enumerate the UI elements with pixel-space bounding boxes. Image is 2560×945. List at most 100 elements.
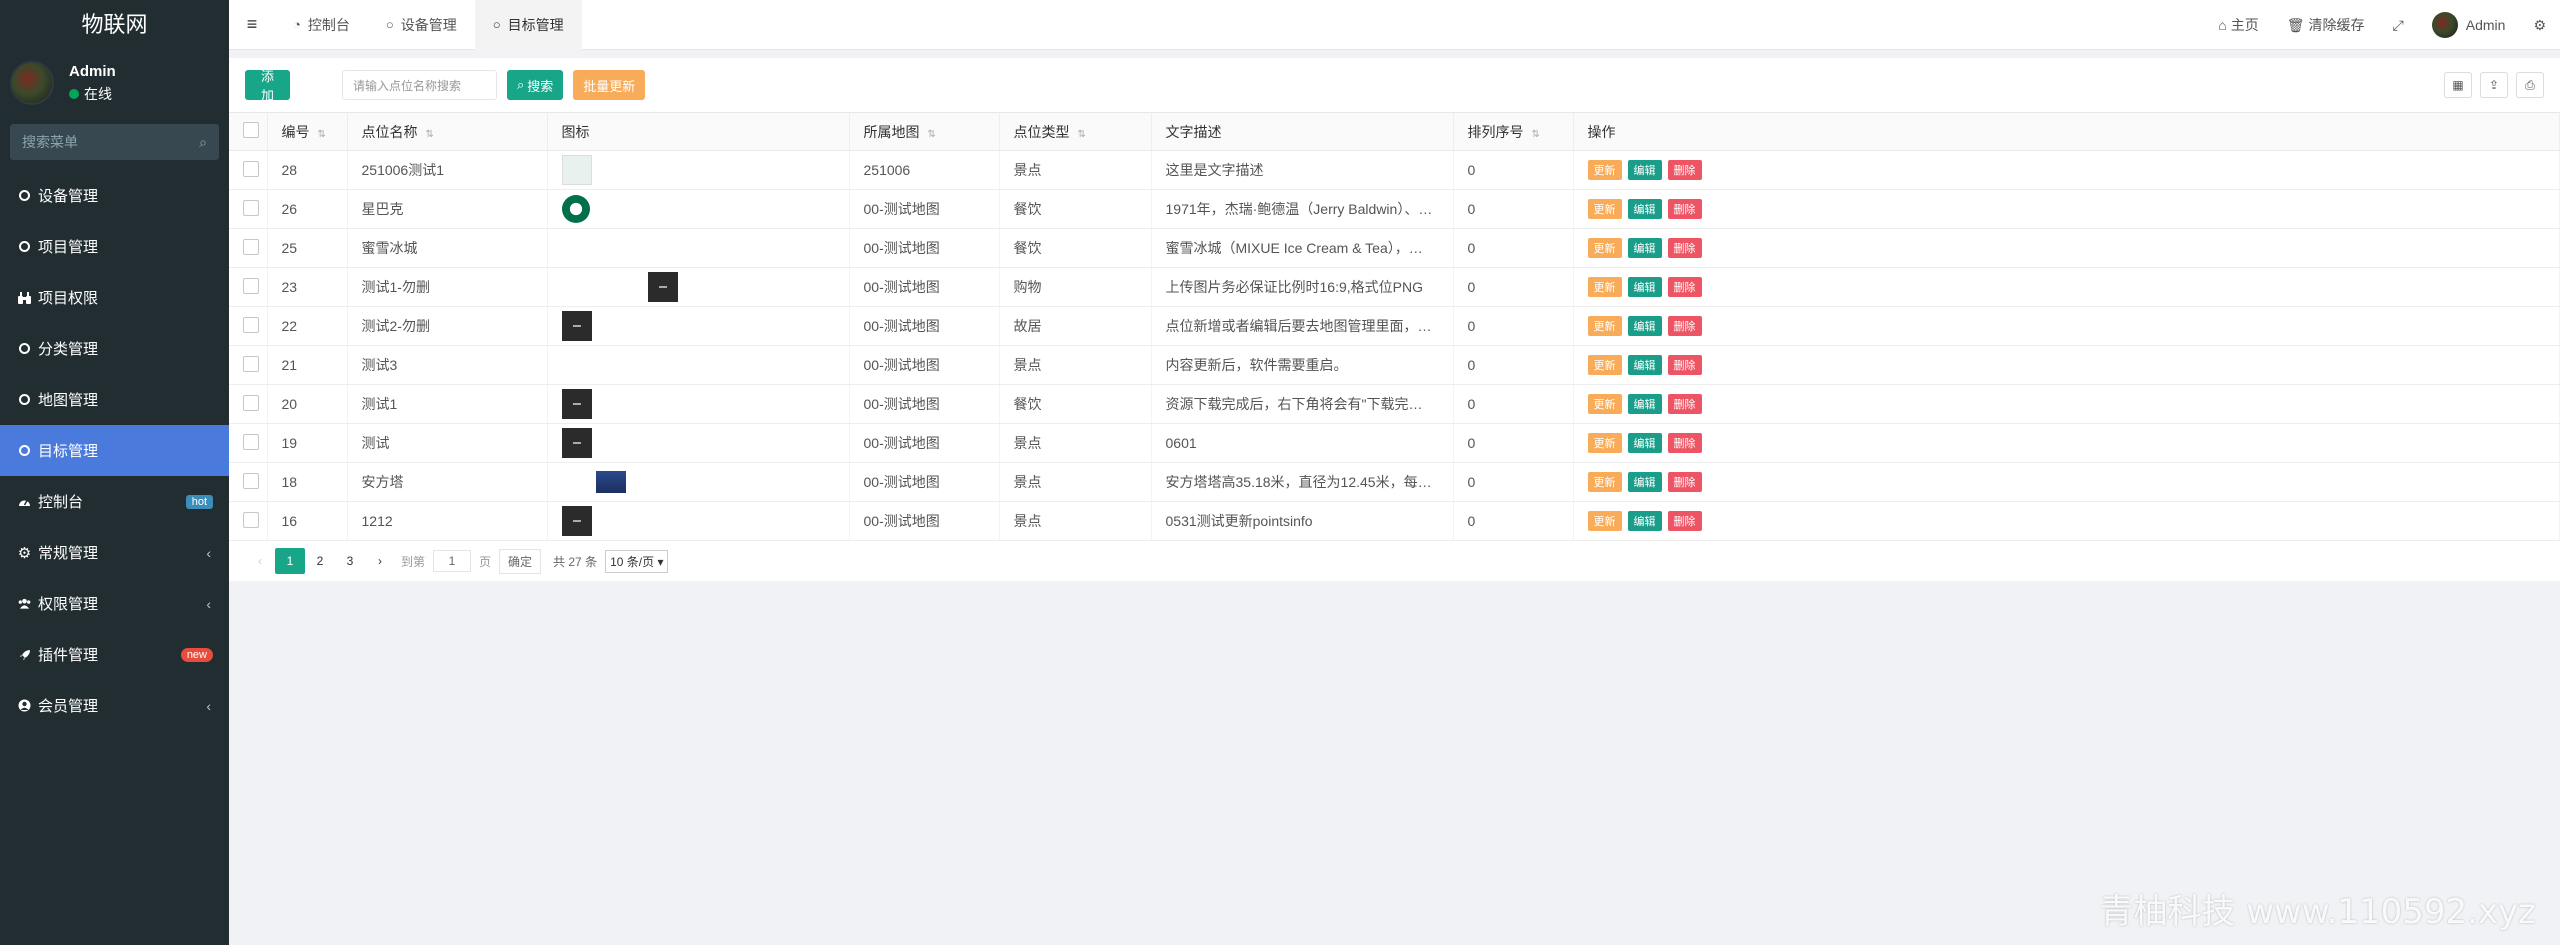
update-button[interactable]: 更新: [1587, 199, 1622, 219]
delete-button[interactable]: 删除: [1667, 316, 1702, 336]
menu-toggle-icon[interactable]: ≡: [229, 0, 275, 50]
edit-button[interactable]: 编辑: [1627, 433, 1662, 453]
edit-button[interactable]: 编辑: [1627, 472, 1662, 492]
table-row[interactable]: 21 测试3 00-测试地图 景点 内容更新后，软件需要重启。 0 更新 编辑 删除: [229, 345, 2560, 385]
sidebar-item-member[interactable]: 会员管理 ‹: [0, 680, 229, 731]
goto-confirm-button[interactable]: 确定: [499, 548, 542, 574]
admin-menu[interactable]: Admin: [2418, 12, 2520, 38]
sort-icon[interactable]: ⇅: [928, 129, 936, 140]
brand-logo[interactable]: 物联网: [0, 0, 229, 50]
delete-button[interactable]: 删除: [1667, 160, 1702, 180]
clear-cache-button[interactable]: 🗑 清除缓存: [2273, 15, 2379, 35]
goto-page-input[interactable]: 1: [433, 550, 472, 572]
table-row[interactable]: 16 1212 00-测试地图 景点 0531测试更新pointsinfo 0 更新 编辑 删除: [229, 501, 2560, 541]
tab-dashboard[interactable]: ◔ 控制台: [275, 0, 368, 50]
add-button[interactable]: 添加: [245, 69, 290, 103]
sort-icon[interactable]: ⇅: [1078, 129, 1086, 140]
update-button[interactable]: 更新: [1587, 160, 1622, 180]
sidebar-item-plugin[interactable]: 插件管理 new: [0, 629, 229, 680]
sort-icon[interactable]: ⇅: [426, 129, 434, 140]
edit-button[interactable]: 编辑: [1627, 511, 1662, 531]
settings-icon[interactable]: ⚙: [2519, 17, 2560, 34]
sidebar-search-input[interactable]: 搜索菜单 ⌕: [10, 124, 219, 160]
page-size-select[interactable]: 10 条/页 ▾: [605, 549, 669, 573]
row-checkbox[interactable]: [243, 277, 259, 294]
sort-icon[interactable]: ⇅: [1532, 129, 1540, 140]
col-map[interactable]: 所属地图 ⇅: [849, 112, 1000, 151]
update-button[interactable]: 更新: [1587, 355, 1622, 375]
table-row[interactable]: 25 蜜雪冰城 00-测试地图 餐饮 蜜雪冰城（MIXUE Ice Cream & Te…: [229, 228, 2560, 268]
page-number[interactable]: 2: [305, 548, 335, 574]
update-button[interactable]: 更新: [1587, 472, 1622, 492]
columns-icon[interactable]: ▦: [2444, 72, 2472, 98]
sidebar-item-project[interactable]: 项目管理: [0, 221, 229, 272]
edit-button[interactable]: 编辑: [1627, 355, 1662, 375]
col-id[interactable]: 编号 ⇅: [267, 112, 348, 151]
update-button[interactable]: 更新: [1587, 433, 1622, 453]
delete-button[interactable]: 删除: [1667, 511, 1702, 531]
delete-button[interactable]: 删除: [1667, 238, 1702, 258]
col-type[interactable]: 点位类型 ⇅: [999, 112, 1152, 151]
next-page-icon[interactable]: ›: [365, 548, 395, 574]
search-button[interactable]: ⌕ 搜索: [507, 70, 564, 100]
table-row[interactable]: 28 251006测试1 251006 景点 这里是文字描述 0 更新 编辑 删除: [229, 150, 2560, 190]
sort-icon[interactable]: ⇅: [318, 129, 326, 140]
table-row[interactable]: 18 安方塔 00-测试地图 景点 安方塔塔高35.18米，直径为12.45米，每… 0 更…: [229, 462, 2560, 502]
page-number[interactable]: 1: [275, 548, 305, 574]
row-checkbox[interactable]: [243, 511, 259, 528]
page-number[interactable]: 3: [335, 548, 365, 574]
update-button[interactable]: 更新: [1587, 238, 1622, 258]
row-checkbox[interactable]: [243, 238, 259, 255]
edit-button[interactable]: 编辑: [1627, 160, 1662, 180]
edit-button[interactable]: 编辑: [1627, 394, 1662, 414]
row-checkbox[interactable]: [243, 316, 259, 333]
select-all-checkbox[interactable]: [243, 122, 259, 138]
batch-update-button[interactable]: 批量更新: [573, 70, 646, 100]
prev-page-icon[interactable]: ‹: [245, 548, 275, 574]
sidebar-item-auth[interactable]: 权限管理 ‹: [0, 578, 229, 629]
update-button[interactable]: 更新: [1587, 277, 1622, 297]
export-icon[interactable]: ⇪: [2480, 72, 2508, 98]
fullscreen-icon[interactable]: ⤢: [2379, 17, 2418, 34]
row-checkbox[interactable]: [243, 160, 259, 177]
search-input[interactable]: 请输入点位名称搜索: [342, 70, 497, 100]
edit-button[interactable]: 编辑: [1627, 277, 1662, 297]
row-checkbox[interactable]: [243, 199, 259, 216]
edit-button[interactable]: 编辑: [1627, 199, 1662, 219]
delete-button[interactable]: 删除: [1667, 472, 1702, 492]
avatar: [10, 61, 54, 105]
edit-button[interactable]: 编辑: [1627, 238, 1662, 258]
edit-button[interactable]: 编辑: [1627, 316, 1662, 336]
update-button[interactable]: 更新: [1587, 394, 1622, 414]
table-row[interactable]: 20 测试1 00-测试地图 餐饮 资源下载完成后，右下角将会有"下载完… 0 更新 编辑 删除: [229, 384, 2560, 424]
tab-target[interactable]: ○ 目标管理: [474, 0, 582, 50]
tab-device[interactable]: ○ 设备管理: [368, 0, 475, 50]
table-row[interactable]: 22 测试2-勿删 00-测试地图 故居 点位新增或者编辑后要去地图管理里面，… 0 更新编…: [229, 306, 2560, 346]
home-link[interactable]: ⌂ 主页: [2204, 15, 2272, 35]
delete-button[interactable]: 删除: [1667, 199, 1702, 219]
update-button[interactable]: 更新: [1587, 511, 1622, 531]
sidebar-item-target[interactable]: 目标管理: [0, 425, 229, 476]
sidebar-item-general[interactable]: ⚙ 常规管理 ‹: [0, 527, 229, 578]
sidebar-item-category[interactable]: 分类管理: [0, 323, 229, 374]
delete-button[interactable]: 删除: [1667, 433, 1702, 453]
row-checkbox[interactable]: [243, 355, 259, 372]
sidebar-item-dashboard[interactable]: 控制台 hot: [0, 476, 229, 527]
sidebar-item-device[interactable]: 设备管理: [0, 170, 229, 221]
cell-name: 蜜雪冰城: [347, 228, 548, 268]
row-checkbox[interactable]: [243, 433, 259, 450]
delete-button[interactable]: 删除: [1667, 394, 1702, 414]
delete-button[interactable]: 删除: [1667, 277, 1702, 297]
print-icon[interactable]: ⎙: [2516, 72, 2544, 98]
row-checkbox[interactable]: [243, 472, 259, 489]
sidebar-item-map[interactable]: 地图管理: [0, 374, 229, 425]
update-button[interactable]: 更新: [1587, 316, 1622, 336]
row-checkbox[interactable]: [243, 394, 259, 411]
table-row[interactable]: 23 测试1-勿删 00-测试地图 购物 上传图片务必保证比例时16:9,格式位PNG 0…: [229, 267, 2560, 307]
delete-button[interactable]: 删除: [1667, 355, 1702, 375]
table-row[interactable]: 19 测试 00-测试地图 景点 0601 0 更新 编辑 删除: [229, 423, 2560, 463]
col-name[interactable]: 点位名称 ⇅: [347, 112, 548, 151]
sidebar-item-project-permission[interactable]: 项目权限: [0, 272, 229, 323]
table-row[interactable]: 26 星巴克 00-测试地图 餐饮 1971年，杰瑞·鲍德温（Jerry Baldwin…: [229, 189, 2560, 229]
col-order[interactable]: 排列序号 ⇅: [1453, 112, 1574, 151]
